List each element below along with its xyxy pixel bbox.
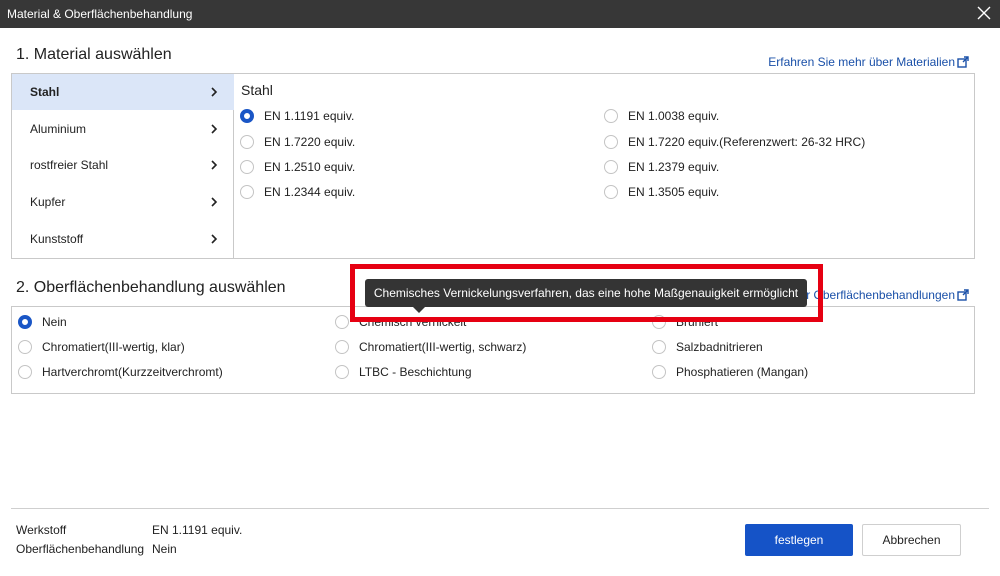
radio-icon bbox=[335, 340, 349, 354]
window-title: Material & Oberflächenbehandlung bbox=[7, 7, 193, 21]
radio-icon bbox=[240, 185, 254, 199]
radio-icon bbox=[604, 109, 618, 123]
category-kunststoff[interactable]: Kunststoff bbox=[12, 221, 234, 257]
material-heading: 1. Material auswählen bbox=[16, 46, 172, 63]
tooltip: Chemisches Vernickelungsverfahren, das e… bbox=[365, 279, 807, 313]
category-kupfer[interactable]: Kupfer bbox=[12, 184, 234, 220]
summary-surface-label: Oberflächenbehandlung bbox=[16, 542, 145, 556]
tooltip-arrow bbox=[413, 307, 425, 313]
option-label: Salzbadnitrieren bbox=[676, 340, 763, 354]
radio-icon bbox=[335, 365, 349, 379]
radio-icon bbox=[604, 185, 618, 199]
radio-icon bbox=[604, 160, 618, 174]
option-label: Nein bbox=[42, 315, 67, 329]
option-label: Chemisch vernickelt bbox=[359, 315, 467, 329]
radio-icon bbox=[652, 315, 666, 329]
material-category-list: Stahl Aluminium rostfreier Stahl Kupfer … bbox=[12, 74, 234, 258]
chevron-right-icon bbox=[211, 87, 218, 97]
chevron-right-icon bbox=[211, 124, 218, 134]
confirm-button[interactable]: festlegen bbox=[745, 524, 853, 556]
cancel-button[interactable]: Abbrechen bbox=[862, 524, 961, 556]
option-label: EN 1.7220 equiv. bbox=[264, 135, 356, 149]
option-label: LTBC - Beschichtung bbox=[359, 365, 472, 379]
category-label: rostfreier Stahl bbox=[30, 158, 109, 172]
tooltip-text: Chemisches Vernickelungsverfahren, das e… bbox=[373, 286, 799, 300]
radio-icon bbox=[604, 135, 618, 149]
summary-material-label: Werkstoff bbox=[16, 523, 67, 537]
summary-material-value: EN 1.1191 equiv. bbox=[152, 523, 243, 537]
learn-more-materials-text: Erfahren Sie mehr über Materialien bbox=[768, 55, 955, 69]
surface-option-ltbc[interactable]: LTBC - Beschichtung bbox=[335, 365, 472, 379]
material-option-en-1-1191[interactable]: EN 1.1191 equiv. bbox=[240, 109, 354, 123]
surface-heading: 2. Oberflächenbehandlung auswählen bbox=[16, 279, 286, 296]
surface-option-phosphatieren[interactable]: Phosphatieren (Mangan) bbox=[652, 365, 808, 379]
material-option-en-1-3505[interactable]: EN 1.3505 equiv. bbox=[604, 185, 719, 199]
radio-icon bbox=[18, 365, 32, 379]
learn-more-surface-text: er Oberflächenbehandlungen bbox=[799, 288, 955, 302]
material-option-en-1-2510[interactable]: EN 1.2510 equiv. bbox=[240, 160, 355, 174]
surface-option-bruniert[interactable]: Brüniert bbox=[652, 315, 718, 329]
surface-option-chromatiert-schwarz[interactable]: Chromatiert(III-wertig, schwarz) bbox=[335, 340, 526, 354]
radio-icon bbox=[335, 315, 349, 329]
option-label: Chromatiert(III-wertig, schwarz) bbox=[359, 340, 527, 354]
option-label: Hartverchromt(Kurzzeitverchromt) bbox=[42, 365, 223, 379]
category-label: Kunststoff bbox=[30, 232, 84, 246]
radio-icon bbox=[18, 340, 32, 354]
option-label: Chromatiert(III-wertig, klar) bbox=[42, 340, 185, 354]
category-label: Stahl bbox=[30, 85, 60, 99]
learn-more-materials-link[interactable]: Erfahren Sie mehr über Materialien bbox=[768, 55, 969, 69]
option-label: Phosphatieren (Mangan) bbox=[676, 365, 809, 379]
option-label: EN 1.2344 equiv. bbox=[264, 185, 356, 199]
category-aluminium[interactable]: Aluminium bbox=[12, 111, 234, 147]
radio-icon bbox=[652, 340, 666, 354]
radio-selected-icon bbox=[18, 315, 32, 329]
material-option-en-1-2379[interactable]: EN 1.2379 equiv. bbox=[604, 160, 719, 174]
external-link-icon bbox=[957, 56, 969, 68]
surface-option-chromatiert-klar[interactable]: Chromatiert(III-wertig, klar) bbox=[18, 340, 185, 354]
option-label: EN 1.3505 equiv. bbox=[628, 185, 720, 199]
category-label: Aluminium bbox=[30, 122, 87, 136]
option-label: EN 1.1191 equiv. bbox=[264, 109, 355, 123]
title-bar: Material & Oberflächenbehandlung bbox=[0, 0, 1000, 28]
radio-selected-icon bbox=[240, 109, 254, 123]
surface-option-chemisch-vernickelt[interactable]: Chemisch vernickelt bbox=[335, 315, 466, 329]
option-label: EN 1.2510 equiv. bbox=[264, 160, 356, 174]
external-link-icon bbox=[957, 289, 969, 301]
material-panel-title: Stahl bbox=[241, 82, 273, 98]
material-selector: Stahl Aluminium rostfreier Stahl Kupfer … bbox=[11, 73, 975, 259]
learn-more-surface-link[interactable]: er Oberflächenbehandlungen bbox=[800, 288, 969, 302]
summary-surface-value: Nein bbox=[152, 542, 177, 556]
surface-option-hartverchromt[interactable]: Hartverchromt(Kurzzeitverchromt) bbox=[18, 365, 223, 379]
radio-icon bbox=[652, 365, 666, 379]
material-option-en-1-7220[interactable]: EN 1.7220 equiv. bbox=[240, 135, 355, 149]
footer-divider bbox=[11, 508, 989, 509]
chevron-right-icon bbox=[211, 197, 218, 207]
material-option-en-1-2344[interactable]: EN 1.2344 equiv. bbox=[240, 185, 355, 199]
surface-option-nein[interactable]: Nein bbox=[18, 315, 67, 329]
chevron-right-icon bbox=[211, 234, 218, 244]
category-stahl[interactable]: Stahl bbox=[12, 74, 234, 110]
radio-icon bbox=[240, 135, 254, 149]
option-label: Brüniert bbox=[676, 315, 719, 329]
material-option-en-1-0038[interactable]: EN 1.0038 equiv. bbox=[604, 109, 719, 123]
category-rostfreier-stahl[interactable]: rostfreier Stahl bbox=[12, 147, 234, 183]
material-option-en-1-7220-hrc[interactable]: EN 1.7220 equiv.(Referenzwert: 26-32 HRC… bbox=[604, 135, 865, 149]
surface-option-salzbadnitrieren[interactable]: Salzbadnitrieren bbox=[652, 340, 763, 354]
surface-selector: Nein Chromatiert(III-wertig, klar) Hartv… bbox=[11, 306, 975, 394]
option-label: EN 1.2379 equiv. bbox=[628, 160, 720, 174]
close-icon[interactable] bbox=[974, 3, 994, 23]
chevron-right-icon bbox=[211, 160, 218, 170]
option-label: EN 1.0038 equiv. bbox=[628, 109, 720, 123]
radio-icon bbox=[240, 160, 254, 174]
category-label: Kupfer bbox=[30, 195, 66, 209]
option-label: EN 1.7220 equiv.(Referenzwert: 26-32 HRC… bbox=[628, 135, 866, 149]
